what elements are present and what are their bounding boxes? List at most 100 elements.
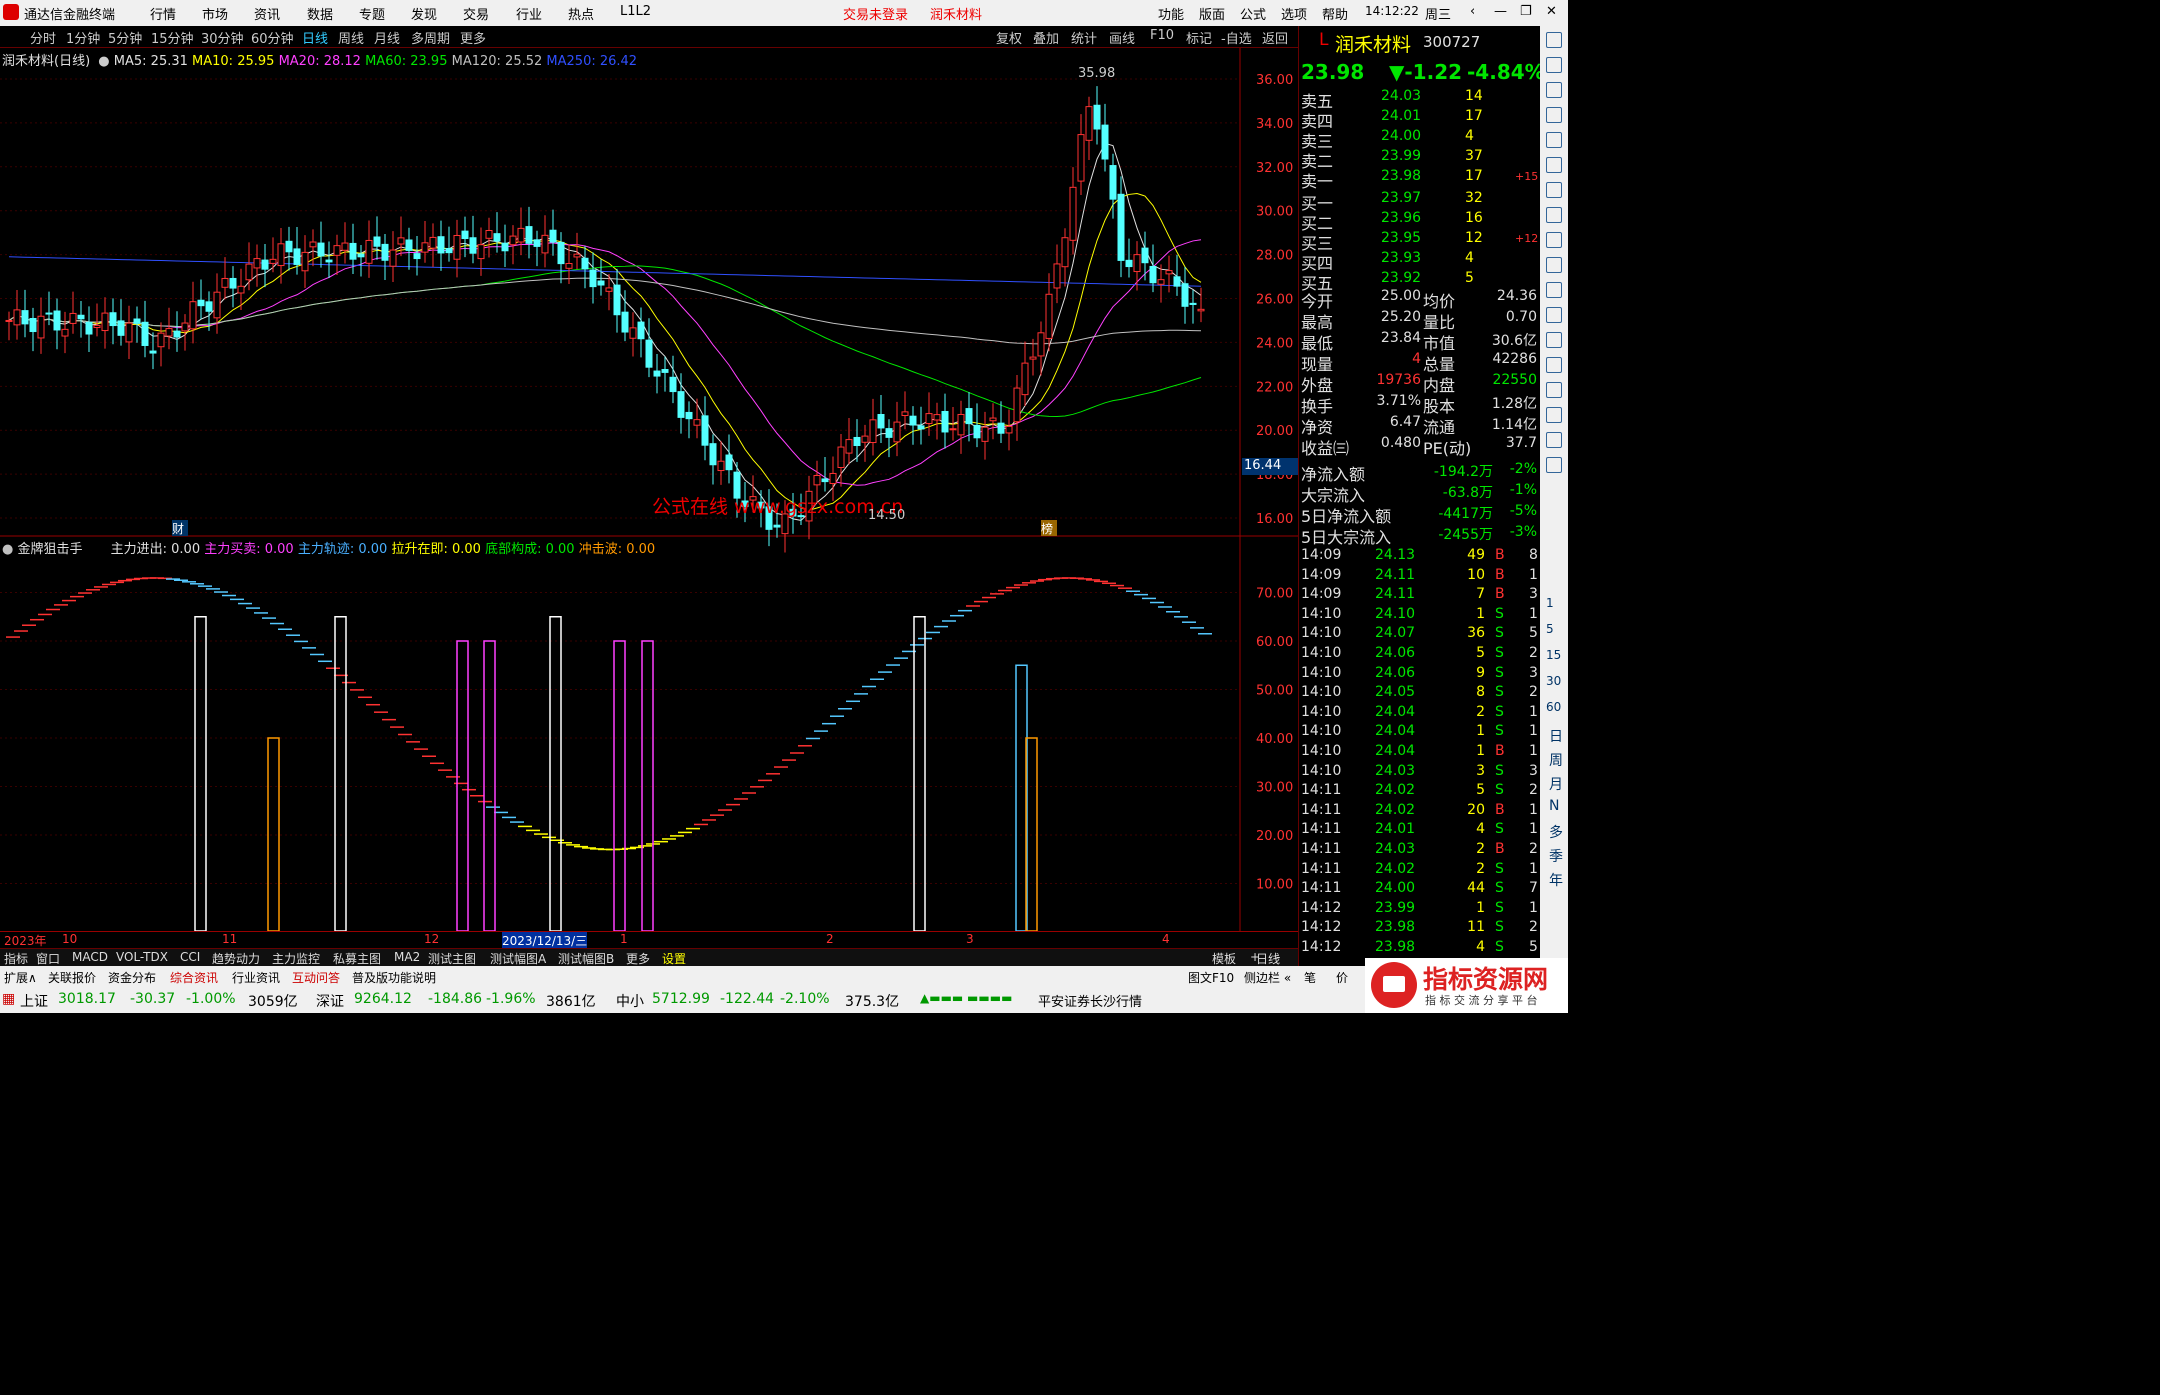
indicator-tab-2[interactable]: MACD [72,950,108,964]
side-tool-icon[interactable] [1546,82,1562,98]
side-tool-icon[interactable] [1546,432,1562,448]
side-period-num[interactable]: 5 [1546,622,1554,636]
menu-trade[interactable]: 交易 [463,4,489,23]
sz-label[interactable]: 深证 [316,991,344,1011]
side-period-icon[interactable]: 年 [1549,870,1563,890]
side-tool-icon[interactable] [1546,207,1562,223]
tool-watchlist[interactable]: -自选 [1221,28,1252,47]
indicator-tab-0[interactable]: 指标 [4,950,28,967]
menu-quote[interactable]: 行情 [150,4,176,23]
tab-daily[interactable]: 日线 [302,28,328,47]
tab-5min[interactable]: 5分钟 [108,28,142,47]
indicator-tab-1[interactable]: 窗口 [36,950,60,967]
restore-icon[interactable]: ❐ [1520,4,1532,19]
tool-stats[interactable]: 统计 [1071,28,1097,47]
side-tool-icon[interactable] [1546,182,1562,198]
side-tool-icon[interactable] [1546,232,1562,248]
tab-15min[interactable]: 15分钟 [151,28,194,47]
menu-industry[interactable]: 行业 [516,4,542,23]
side-tool-icon[interactable] [1546,157,1562,173]
info-tab-2[interactable]: 资金分布 [108,969,156,986]
close-icon[interactable]: ✕ [1546,4,1557,19]
indicator-tab-10[interactable]: 测试幅图A [490,950,546,967]
tab-fenshi[interactable]: 分时 [30,28,56,47]
side-period-icon[interactable]: 季 [1549,846,1563,866]
menu-hot[interactable]: 热点 [568,4,594,23]
indicator-tab-6[interactable]: 主力监控 [272,950,320,967]
side-tool-icon[interactable] [1546,357,1562,373]
back-icon[interactable]: ‹ [1470,4,1475,19]
side-period-num[interactable]: 30 [1546,674,1561,688]
side-tool-icon[interactable] [1546,407,1562,423]
indicator-tab-3[interactable]: VOL-TDX [116,950,168,964]
menu-layout[interactable]: 版面 [1199,4,1225,23]
indicator-tab-11[interactable]: 测试幅图B [558,950,614,967]
indicator-tab-7[interactable]: 私募主图 [333,950,381,967]
side-period-icon[interactable]: 多 [1549,822,1563,842]
indicator-tab-4[interactable]: CCI [180,950,200,964]
kline-chart[interactable]: 36.00 34.00 32.00 30.00 28.00 26.00 24.00 22.00… [0,48,1298,948]
info-tab-0[interactable]: 扩展∧ [4,969,37,986]
tab-multi[interactable]: 多周期 [411,28,450,47]
menu-discover[interactable]: 发现 [411,4,437,23]
info-tab-9[interactable]: 笔 [1304,969,1316,986]
side-period-num[interactable]: 1 [1546,596,1554,610]
tick-list[interactable]: 14:09 24.13 49 B 8 14:09 24.11 10 B 1 14:09 24.11 7 B… [1299,547,1541,966]
info-tab-7[interactable]: 图文F10 [1188,969,1234,986]
side-tool-icon[interactable] [1546,332,1562,348]
menu-function[interactable]: 功能 [1158,4,1184,23]
info-tab-6[interactable]: 普及版功能说明 [352,969,436,986]
info-tab-10[interactable]: 价 [1336,969,1348,986]
info-tab-1[interactable]: 关联报价 [48,969,96,986]
trade-login-notice[interactable]: 交易未登录 [843,4,908,23]
minimize-icon[interactable]: — [1494,4,1507,19]
menu-options[interactable]: 选项 [1281,4,1307,23]
side-tool-icon[interactable] [1546,382,1562,398]
indicator-name[interactable]: 金牌狙击手 [17,542,82,557]
side-tool-icon[interactable] [1546,107,1562,123]
sh-label[interactable]: 上证 [20,991,48,1011]
tab-1min[interactable]: 1分钟 [66,28,100,47]
indicator-tab-5[interactable]: 趋势动力 [212,950,260,967]
side-period-num[interactable]: 60 [1546,700,1561,714]
finance-mark[interactable]: 财 [172,520,188,536]
bottom-right-tab-3[interactable]: 日线 [1256,950,1280,967]
side-tool-icon[interactable] [1546,282,1562,298]
indicator-tab-8[interactable]: MA2 [394,950,420,964]
side-period-icon[interactable]: 日 [1549,726,1563,746]
side-tool-icon[interactable] [1546,32,1562,48]
menu-topic[interactable]: 专题 [359,4,385,23]
indicator-toggle-icon[interactable]: ● [2,542,13,557]
side-period-icon[interactable]: N [1549,798,1559,814]
indicator-tab-9[interactable]: 测试主图 [428,950,476,967]
menu-data[interactable]: 数据 [307,4,333,23]
settings-dot-icon[interactable]: ● [98,54,109,69]
side-period-icon[interactable]: 周 [1549,750,1563,770]
tool-f10[interactable]: F10 [1150,28,1174,43]
rank-mark[interactable]: 榜 [1041,520,1057,536]
tool-mark[interactable]: 标记 [1186,28,1212,47]
tool-adjust[interactable]: 复权 [996,28,1022,47]
info-tab-8[interactable]: 侧边栏 « [1244,969,1291,986]
tool-back[interactable]: 返回 [1262,28,1288,47]
info-tab-4[interactable]: 行业资讯 [232,969,280,986]
menu-formula[interactable]: 公式 [1240,4,1266,23]
menu-help[interactable]: 帮助 [1322,4,1348,23]
side-tool-icon[interactable] [1546,132,1562,148]
zx-label[interactable]: 中小 [616,991,644,1011]
tab-60min[interactable]: 60分钟 [251,28,294,47]
side-period-num[interactable]: 15 [1546,648,1561,662]
tab-30min[interactable]: 30分钟 [201,28,244,47]
tab-weekly[interactable]: 周线 [338,28,364,47]
info-tab-3[interactable]: 综合资讯 [170,969,218,986]
side-tool-icon[interactable] [1546,257,1562,273]
info-tab-5[interactable]: 互动问答 [292,969,340,986]
stock-title-link[interactable]: 润禾材料 [930,4,982,23]
indicator-tab-13[interactable]: 设置 [662,950,686,967]
side-tool-icon[interactable] [1546,57,1562,73]
side-tool-icon[interactable] [1546,307,1562,323]
tab-more[interactable]: 更多 [460,28,486,47]
bottom-right-tab-0[interactable]: 模板 [1212,950,1236,967]
menu-info[interactable]: 资讯 [254,4,280,23]
indicator-tab-12[interactable]: 更多 [626,950,650,967]
